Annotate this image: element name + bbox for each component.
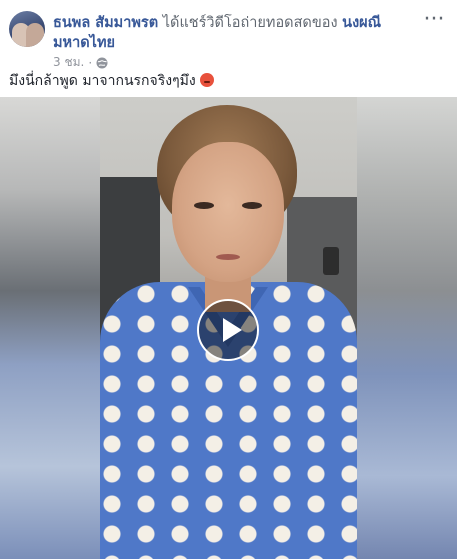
post-card: ธนพล สัมมาพรต ได้แชร์วิดีโอถ่ายทอดสดของ … (0, 0, 457, 559)
person-face (172, 142, 284, 282)
post-message: มึงนี่กล้าพูด มาจากนรกจริงๆมึง (9, 73, 196, 89)
video-player[interactable] (0, 97, 457, 559)
play-icon[interactable] (197, 299, 259, 361)
author-avatar[interactable] (9, 11, 45, 47)
post-meta: 3 ชม. · (53, 53, 108, 72)
video-blur-right (357, 97, 457, 559)
author-name[interactable]: ธนพล สัมมาพรต (53, 15, 158, 31)
angry-face-emoji (200, 73, 215, 87)
post-text: มึงนี่กล้าพูด มาจากนรกจริงๆมึง (9, 72, 215, 90)
share-action-text: ได้แชร์วิดีโอถ่ายทอดสดของ (162, 15, 338, 31)
post-timestamp[interactable]: 3 ชม. (53, 53, 84, 72)
globe-icon (96, 57, 108, 68)
video-blur-left (0, 97, 100, 559)
post-header: ธนพล สัมมาพรต ได้แชร์วิดีโอถ่ายทอดสดของ … (53, 13, 423, 53)
more-options-icon[interactable]: ··· (422, 8, 446, 32)
